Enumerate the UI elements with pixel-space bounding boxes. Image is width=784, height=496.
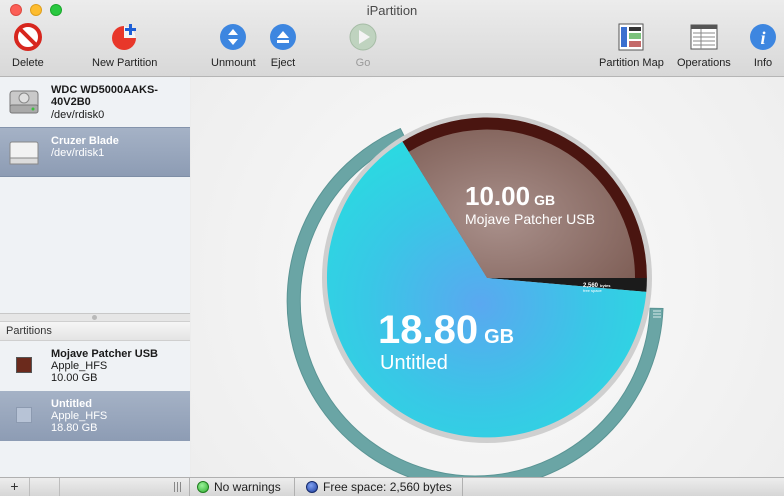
disk-device: /dev/rdisk1 (51, 147, 105, 159)
add-button[interactable]: + (0, 478, 30, 496)
unmount-icon (220, 24, 247, 50)
partition-format: Apple_HFS (51, 410, 108, 422)
remove-button[interactable] (30, 478, 60, 496)
warnings-label: No warnings (214, 480, 281, 494)
delete-button[interactable]: Delete (12, 22, 44, 69)
warnings-status: No warnings (197, 480, 281, 494)
eject-button[interactable]: Eject (268, 22, 298, 69)
svg-text:i: i (760, 28, 765, 48)
unmount-label: Unmount (211, 57, 256, 69)
untitled-name-label: Untitled (380, 352, 448, 374)
partition-name: Untitled (51, 398, 92, 410)
toolbar: iPartition Delete New Partition Unmount … (0, 0, 784, 77)
status-divider (189, 478, 190, 496)
untitled-size-unit: GB (484, 326, 514, 348)
operations-label: Operations (677, 57, 731, 69)
partition-item-mojave[interactable]: Mojave Patcher USB Apple_HFS 10.00 GB (0, 341, 190, 391)
unmount-button[interactable]: Unmount (211, 22, 256, 69)
info-button[interactable]: i Info (748, 22, 778, 69)
free-name-label: free space (583, 288, 602, 293)
disk-item-cruzer[interactable]: Cruzer Blade /dev/rdisk1 (0, 127, 190, 177)
go-label: Go (355, 57, 371, 69)
free-size-unit: bytes (600, 283, 611, 288)
partition-map-icon (618, 23, 644, 51)
partitions-header: Partitions (0, 321, 190, 341)
free-space-icon (306, 481, 318, 493)
disk-name: Cruzer Blade (51, 135, 119, 147)
partitions-header-label: Partitions (6, 325, 52, 337)
partition-name: Mojave Patcher USB (51, 348, 158, 360)
partition-size: 18.80 GB (51, 422, 98, 434)
go-button[interactable]: Go (348, 22, 378, 69)
eject-label: Eject (270, 57, 296, 69)
partition-color-swatch (16, 357, 32, 373)
delete-icon (13, 23, 42, 51)
delete-label: Delete (12, 57, 44, 69)
partition-list: Mojave Patcher USB Apple_HFS 10.00 GB Un… (0, 341, 190, 477)
mojave-size-unit: GB (534, 192, 555, 208)
status-divider (294, 478, 295, 496)
status-divider (462, 478, 463, 496)
hard-drive-icon (9, 90, 39, 114)
new-partition-icon (111, 24, 136, 50)
info-label: Info (753, 57, 773, 69)
disk-item-wdc[interactable]: WDC WD5000AAKS-40V2B0 /dev/rdisk0 (0, 77, 190, 127)
window-title: iPartition (366, 3, 418, 18)
info-icon: i (750, 24, 776, 50)
partition-color-swatch (16, 407, 32, 423)
partition-map-button[interactable]: Partition Map (599, 22, 664, 69)
play-icon (349, 23, 377, 51)
new-partition-button[interactable]: New Partition (92, 22, 157, 69)
disk-name: WDC WD5000AAKS-40V2B0 (51, 84, 158, 108)
eject-icon (270, 24, 296, 50)
untitled-size-value: 18.80 (378, 308, 478, 352)
usb-drive-icon (9, 141, 39, 165)
disk-device: /dev/rdisk0 (51, 109, 105, 121)
operations-icon (690, 24, 718, 50)
partition-format: Apple_HFS (51, 360, 108, 372)
sidebar-splitter[interactable] (0, 313, 190, 321)
status-ok-icon (197, 481, 209, 493)
mojave-name-label: Mojave Patcher USB (465, 211, 595, 227)
free-space-status: Free space: 2,560 bytes (306, 480, 452, 494)
new-partition-label: New Partition (92, 57, 158, 69)
operations-button[interactable]: Operations (677, 22, 731, 69)
sidebar-resize-grip[interactable] (174, 482, 182, 492)
partition-pie-chart: 10.00 GB Mojave Patcher USB 2,560 bytes fr… (286, 113, 664, 477)
partition-size: 10.00 GB (51, 372, 98, 384)
partition-item-untitled[interactable]: Untitled Apple_HFS 18.80 GB (0, 391, 190, 441)
mojave-size-value: 10.00 (465, 181, 530, 211)
status-bar: + No warnings Free space: 2,560 bytes (0, 477, 784, 496)
disk-list: WDC WD5000AAKS-40V2B0 /dev/rdisk0 Cruzer… (0, 77, 190, 313)
splitter-handle[interactable] (92, 315, 97, 320)
sidebar: WDC WD5000AAKS-40V2B0 /dev/rdisk0 Cruzer… (0, 77, 190, 477)
partition-chart-area: 10.00 GB Mojave Patcher USB 2,560 bytes fr… (191, 77, 784, 477)
partition-map-label: Partition Map (599, 57, 664, 69)
free-space-label: Free space: 2,560 bytes (323, 480, 452, 494)
